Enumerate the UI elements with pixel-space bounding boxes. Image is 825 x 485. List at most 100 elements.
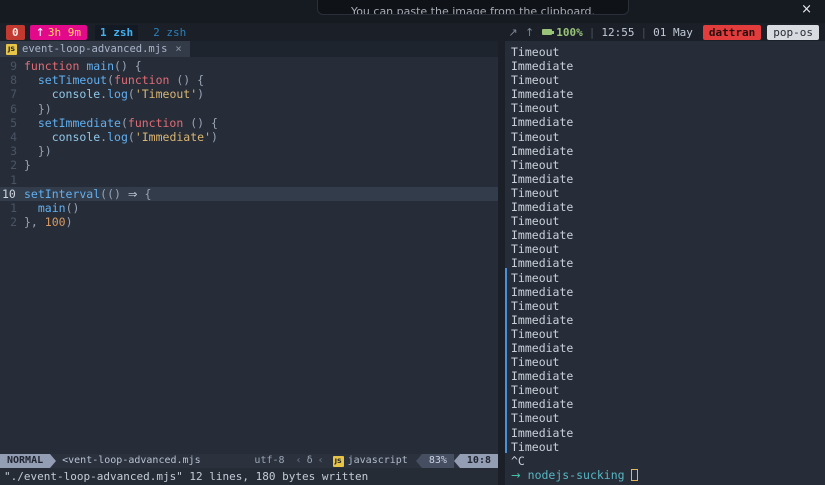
terminal-line: Immediate [511,425,574,440]
line-number: 1 [10,200,17,215]
code-line[interactable]: 5 setImmediate(function () { [0,116,498,130]
statusline-filename: <vent-loop-advanced.mjs [62,455,201,466]
code-text: console.log('Timeout') [51,87,205,102]
terminal-line: Timeout [511,355,560,370]
tab-close-icon[interactable]: × [175,43,181,55]
code-line[interactable]: 4 console.log('Immediate') [0,130,498,144]
terminal-line: Timeout [511,101,560,116]
line-number: 5 [10,115,17,130]
tab-event-loop-advanced[interactable]: JS event-loop-advanced.mjs × [0,41,190,57]
code-line[interactable]: 9 function main() { [0,59,498,73]
tmux-window-2[interactable]: 2 zsh [148,25,191,40]
separator: | [588,25,596,39]
uptime-text: 3h 9m [47,25,81,39]
hostname-badge: pop-os [767,24,819,40]
statusline-spacer [201,454,255,468]
code-text: function main() { [24,59,142,73]
clipboard-notification: You can paste the image from the clipboa… [317,0,629,15]
terminal-line: Timeout [511,129,560,144]
code-line[interactable]: 3 }) [0,144,498,158]
terminal-line: Timeout [511,242,560,257]
line-number: 4 [10,129,17,144]
terminal-line: Timeout [511,185,560,200]
nvim-statusline: NORMAL <vent-loop-advanced.mjs utf-8 ‹ δ… [0,454,498,468]
notification-text: You can paste the image from the clipboa… [350,5,596,15]
code-line[interactable]: 7 console.log('Timeout') [0,87,498,101]
code-text: setTimeout(function () { [37,73,205,88]
tmux-status-bar: 0 ↑ 3h 9m 1 zsh 2 zsh ↗ ↑ 100% | 12:55 |… [0,23,825,41]
javascript-icon: JS [6,43,17,55]
os-icon: δ [306,455,313,466]
terminal-line: Immediate [511,115,574,130]
terminal-output: Timeout Immediate Timeout Immediate Timeout I… [511,45,825,454]
prompt-directory: nodejs-sucking [527,467,625,482]
code-line[interactable]: 1 main() [0,201,498,215]
encoding-indicator: utf-8 [254,455,285,466]
tmux-session-badge[interactable]: 0 [6,24,25,40]
line-number: 1 [10,172,17,187]
terminal-line: Immediate [511,312,574,327]
uptime-badge: ↑ 3h 9m [29,24,87,40]
line-number: 9 [10,59,17,73]
terminal-line: Immediate [511,256,574,271]
terminal-line: Immediate [511,284,574,299]
line-number: 2 [10,215,17,230]
terminal-pane[interactable]: Timeout Immediate Timeout Immediate Timeout I… [505,41,825,485]
date: 01 May [653,25,693,39]
code-text: }, 100) [24,215,73,230]
terminal-line: Timeout [511,439,560,454]
terminal-line: Immediate [511,87,574,102]
terminal-line: Timeout [511,383,560,398]
cursor-location: 10:8 [459,454,498,468]
line-number: 10 [2,186,16,201]
tmux-panes: JS event-loop-advanced.mjs × 9 function m… [0,41,825,485]
nvim-tabline: JS event-loop-advanced.mjs × [0,41,498,57]
interrupt-signal-text: ^C [511,453,525,468]
filetype-indicator: javascript [347,455,408,466]
angle-separator-icon: ‹ [317,455,324,466]
line-number: 7 [10,87,17,102]
code-line[interactable]: 6 }) [0,102,498,116]
battery-icon [542,29,555,35]
javascript-icon: JS [332,455,344,467]
terminal-line: Timeout [511,45,560,59]
battery-indicator: 100% [542,26,583,39]
code-line[interactable]: 2} [0,158,498,172]
line-number: 3 [10,144,17,159]
tab-filename: event-loop-advanced.mjs [22,43,168,55]
line-number: 2 [10,158,17,173]
clock: 12:55 [601,25,635,39]
terminal-line: Timeout [511,157,560,172]
tmux-window-1[interactable]: 1 zsh [94,24,139,40]
code-line[interactable]: 8 setTimeout(function () { [0,73,498,87]
line-number: 6 [10,101,17,116]
nvim-pane[interactable]: JS event-loop-advanced.mjs × 9 function m… [0,41,498,485]
terminal-line: Immediate [511,369,574,384]
terminal-line: Immediate [511,200,574,215]
pane-divider[interactable] [498,41,505,485]
line-number: 8 [10,73,17,88]
battery-percent: 100% [556,25,583,39]
active-pane-border [505,268,507,453]
code-text: main() [37,200,80,215]
terminal-line: Timeout [511,298,560,313]
code-text: setImmediate(function () { [37,115,218,130]
top-strip: You can paste the image from the clipboa… [0,0,825,23]
terminal-line: Timeout [511,214,560,229]
code-text: } [24,158,31,173]
code-line[interactable]: 1 [0,173,498,187]
terminal-line: Immediate [511,228,574,243]
code-text: console.log('Immediate') [51,129,218,144]
shell-prompt[interactable]: → nodejs-sucking [511,468,825,482]
terminal-line: Immediate [511,397,574,412]
window-close-icon[interactable]: × [801,2,812,17]
prompt-arrow-icon: → [511,467,521,482]
nvim-cmdline-message: "./event-loop-advanced.mjs" 12 lines, 18… [0,468,498,485]
code-area[interactable]: 9 function main() {8 setTimeout(function … [0,57,498,454]
code-line[interactable]: 2 }, 100) [0,215,498,229]
uptime-arrow-icon: ↑ [35,25,45,39]
separator: | [640,25,648,39]
tmux-status-right: ↗ ↑ 100% | 12:55 | 01 May dattran pop-os [508,24,819,40]
code-line[interactable]: 10 setInterval(() ⇒ { [0,186,498,201]
terminal-line: Immediate [511,59,574,74]
